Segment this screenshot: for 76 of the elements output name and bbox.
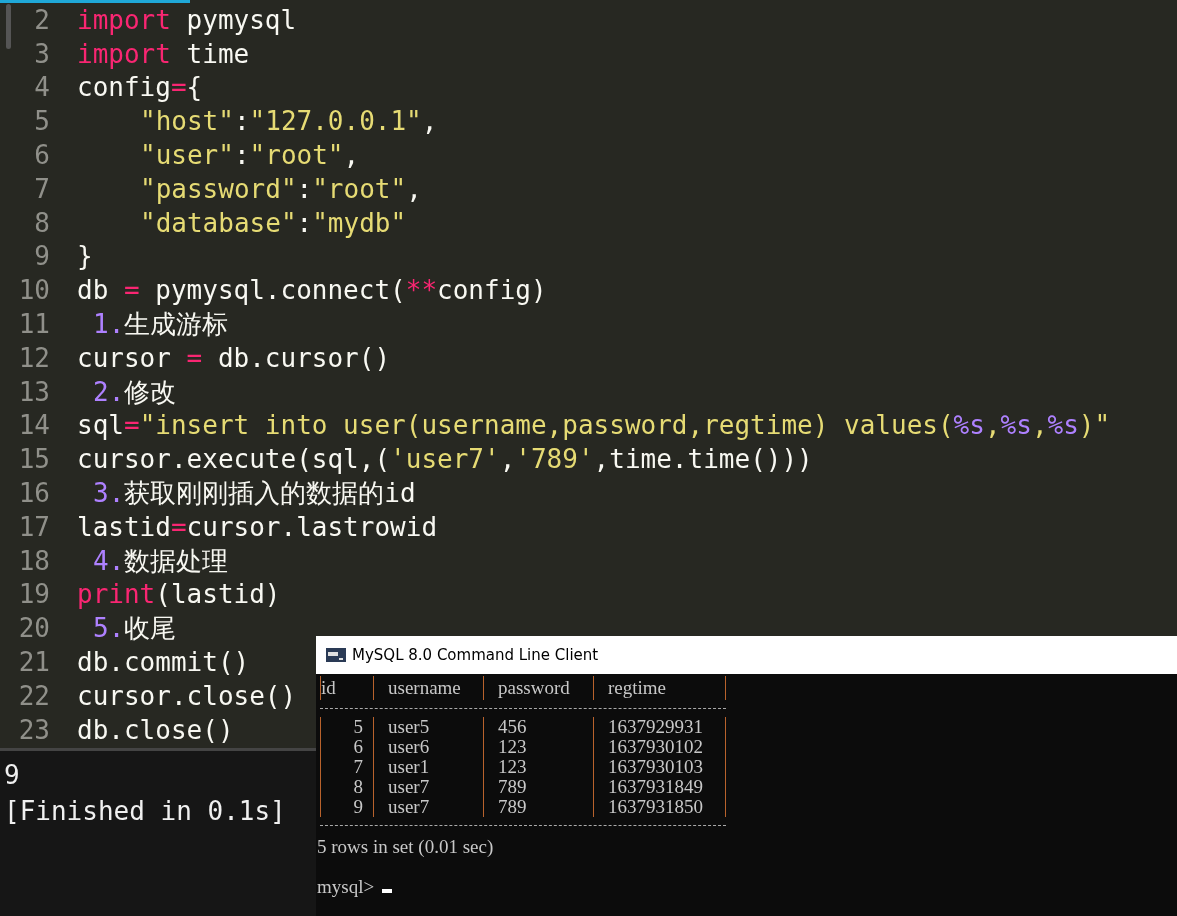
table-cell-text: 5 — [352, 717, 364, 737]
table-cell: user6 — [373, 737, 483, 757]
result-summary: 5 rows in set (0.01 sec) — [317, 834, 494, 859]
line-number: 7 — [33, 175, 50, 202]
code-line: sql="insert into user(username,password,regtime) values(%s,%s,%s)" — [77, 412, 1111, 439]
column-header: id — [321, 676, 337, 700]
output-line: 9 — [4, 762, 20, 788]
code-line: import pymysql — [77, 6, 297, 33]
table-cell-text: 9 — [352, 797, 364, 817]
code-line: cursor.close() — [77, 682, 297, 709]
console-prompt: mysql> — [317, 874, 375, 899]
line-number: 18 — [17, 547, 50, 574]
code-line: 4.数据处理 — [93, 547, 229, 574]
code-line: db.close() — [77, 716, 234, 743]
table-cell: 1637929931 — [593, 717, 723, 737]
table-cell: 123 — [483, 737, 593, 757]
line-number: 23 — [17, 716, 50, 743]
code-line: } — [77, 243, 93, 270]
column-header: username — [373, 676, 483, 700]
line-number: 9 — [33, 243, 50, 270]
table-cell: 1637931850 — [593, 797, 723, 817]
line-number: 20 — [17, 615, 50, 642]
table-cell: user7 — [373, 797, 483, 817]
column-header: password — [483, 676, 593, 700]
table-cell-text: 8 — [352, 777, 364, 797]
code-line: "host":"127.0.0.1", — [140, 108, 438, 135]
line-number: 4 — [33, 74, 50, 101]
line-number: 17 — [17, 513, 50, 540]
table-cell: 1637930103 — [593, 757, 723, 777]
code-line: config={ — [77, 74, 203, 101]
line-number: 21 — [17, 649, 50, 676]
line-number: 5 — [33, 108, 50, 135]
code-line: db.commit() — [77, 649, 250, 676]
code-line: db = pymysql.connect(**config) — [77, 277, 547, 304]
line-number: 12 — [17, 344, 50, 371]
table-cell: user5 — [373, 717, 483, 737]
text-cursor — [382, 889, 393, 893]
code-line: cursor.execute(sql,('user7','789',time.time())) — [77, 446, 813, 473]
line-number: 11 — [17, 311, 50, 338]
code-line: 2.修改 — [93, 378, 177, 405]
code-line: print(lastid) — [77, 581, 281, 608]
table-cell-text: 7 — [352, 757, 364, 777]
column-header: regtime — [593, 676, 723, 700]
table-cell: 789 — [483, 797, 593, 817]
line-number: 19 — [17, 581, 50, 608]
table-cell: user7 — [373, 777, 483, 797]
code-line: lastid=cursor.lastrowid — [77, 513, 438, 540]
table-cell: user1 — [373, 757, 483, 777]
output-line: [Finished in 0.1s] — [4, 798, 286, 824]
table-cell: 1637931849 — [593, 777, 723, 797]
table-cell: 1637930102 — [593, 737, 723, 757]
code-line: 5.收尾 — [93, 615, 177, 642]
line-number: 16 — [17, 480, 50, 507]
code-line: "user":"root", — [140, 142, 360, 169]
line-number: 13 — [17, 378, 50, 405]
line-number: 8 — [33, 209, 50, 236]
code-line: 3.获取刚刚插入的数据的id — [93, 480, 416, 507]
table-cell: 789 — [483, 777, 593, 797]
scrollbar-thumb[interactable] — [6, 4, 11, 49]
line-number: 3 — [33, 40, 50, 67]
line-number: 15 — [17, 446, 50, 473]
table-cell-text: 6 — [352, 737, 364, 757]
window-title: MySQL 8.0 Command Line Client — [352, 644, 599, 666]
console-app-icon — [326, 648, 346, 662]
code-line: import time — [77, 40, 250, 67]
code-line: "password":"root", — [140, 175, 422, 202]
line-number: 6 — [33, 142, 50, 169]
table-cell: 123 — [483, 757, 593, 777]
line-number: 14 — [17, 412, 50, 439]
code-line: cursor = db.cursor() — [77, 344, 391, 371]
line-number: 2 — [33, 6, 50, 33]
table-cell: 456 — [483, 717, 593, 737]
code-line: "database":"mydb" — [140, 209, 407, 236]
line-number: 22 — [17, 682, 50, 709]
line-number: 10 — [17, 277, 50, 304]
code-line: 1.生成游标 — [93, 311, 229, 338]
